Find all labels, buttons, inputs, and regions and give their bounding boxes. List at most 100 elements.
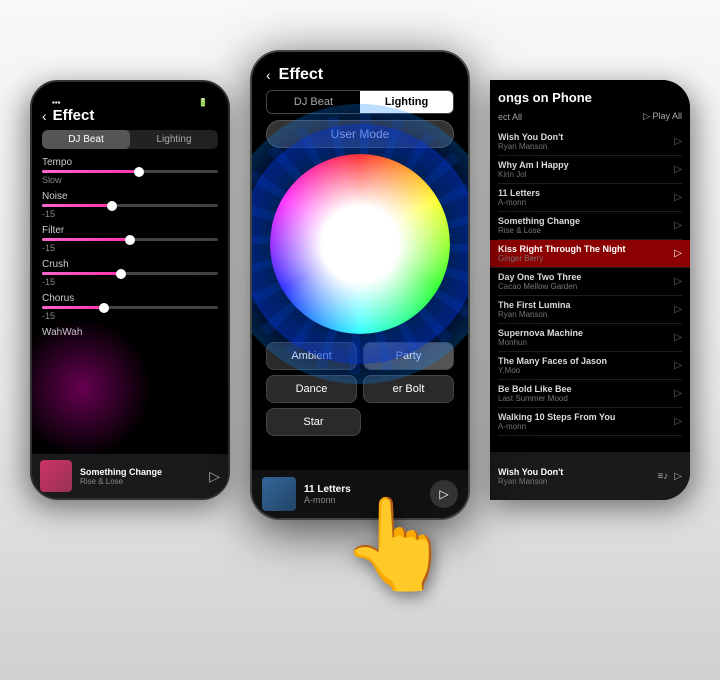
left-slider-wahwah-label: WahWah	[42, 327, 218, 338]
center-play-button[interactable]: ▷	[430, 480, 458, 508]
color-wheel-container	[270, 154, 450, 334]
center-back-arrow[interactable]: ‹	[266, 67, 271, 83]
left-slider-crush-thumb	[116, 269, 126, 279]
song-info-5: Kiss Right Through The Night Ginger Berr…	[498, 244, 626, 263]
song-play-8[interactable]: ▷	[674, 332, 682, 343]
song-play-2[interactable]: ▷	[674, 164, 682, 175]
song-artist-6: Cacao Mellow Garden	[498, 282, 581, 291]
left-slider-chorus-track[interactable]	[42, 306, 218, 309]
song-name-5: Kiss Right Through The Night	[498, 244, 626, 254]
mode-btn-star[interactable]: Star	[266, 408, 361, 436]
left-slider-filter: Filter -15	[42, 225, 218, 253]
song-artist-10: Last Summer Mood	[498, 394, 572, 403]
song-artist-5: Ginger Berry	[498, 254, 626, 263]
left-slider-tempo-track[interactable]	[42, 170, 218, 173]
right-bottom-bar: Wish You Don't Ryan Manson ≡♪ ▷	[490, 452, 690, 500]
song-item-6[interactable]: Day One Two Three Cacao Mellow Garden ▷	[498, 268, 682, 296]
song-name-9: The Many Faces of Jason	[498, 356, 607, 366]
song-play-9[interactable]: ▷	[674, 360, 682, 371]
song-item-11[interactable]: Walking 10 Steps From You A-monn ▷	[498, 408, 682, 436]
left-slider-noise-thumb	[107, 201, 117, 211]
center-album-art	[262, 477, 296, 511]
song-play-5[interactable]: ▷	[674, 248, 682, 259]
right-actions: ect All ▷ Play All	[498, 111, 682, 122]
left-tab-djbeat[interactable]: DJ Beat	[42, 130, 130, 149]
left-slider-chorus-fill	[42, 306, 104, 309]
right-screen: ongs on Phone ect All ▷ Play All Wish Yo…	[490, 80, 690, 500]
song-artist-7: Ryan Manson	[498, 310, 571, 319]
song-info-2: Why Am I Happy Kirin Jol	[498, 160, 569, 179]
song-item-2[interactable]: Why Am I Happy Kirin Jol ▷	[498, 156, 682, 184]
right-bottom-title: Wish You Don't	[498, 467, 651, 477]
song-artist-1: Ryan Manson	[498, 142, 563, 151]
song-name-6: Day One Two Three	[498, 272, 581, 282]
song-play-6[interactable]: ▷	[674, 276, 682, 287]
song-play-4[interactable]: ▷	[674, 220, 682, 231]
song-item-9[interactable]: The Many Faces of Jason Y.Moo ▷	[498, 352, 682, 380]
left-slider-tempo-fill	[42, 170, 139, 173]
left-album-art	[40, 460, 72, 492]
song-play-3[interactable]: ▷	[674, 192, 682, 203]
left-tab-bar: DJ Beat Lighting	[42, 130, 218, 149]
left-play-icon[interactable]: ▷	[209, 468, 220, 485]
center-title: Effect	[279, 66, 323, 84]
song-item-10[interactable]: Be Bold Like Bee Last Summer Mood ▷	[498, 380, 682, 408]
song-item-7[interactable]: The First Lumina Ryan Manson ▷	[498, 296, 682, 324]
song-item-4[interactable]: Something Change Rise & Lose ▷	[498, 212, 682, 240]
left-slider-chorus: Chorus -15	[42, 293, 218, 321]
song-name-2: Why Am I Happy	[498, 160, 569, 170]
song-artist-9: Y.Moo	[498, 366, 607, 375]
song-play-7[interactable]: ▷	[674, 304, 682, 315]
left-slider-crush-track[interactable]	[42, 272, 218, 275]
song-item-1[interactable]: Wish You Don't Ryan Manson ▷	[498, 128, 682, 156]
phone-center: ‹ Effect DJ Beat Lighting User Mode Ambi…	[250, 50, 470, 520]
left-slider-filter-track[interactable]	[42, 238, 218, 241]
song-name-10: Be Bold Like Bee	[498, 384, 572, 394]
song-name-3: 11 Letters	[498, 188, 540, 198]
left-tab-lighting[interactable]: Lighting	[130, 130, 218, 149]
song-artist-4: Rise & Lose	[498, 226, 580, 235]
left-status-bar: ▪▪▪ 🔋	[42, 94, 218, 107]
center-notch	[330, 52, 390, 60]
song-play-11[interactable]: ▷	[674, 416, 682, 427]
right-play-icon[interactable]: ▷	[674, 471, 682, 482]
left-bottom-artist: Rise & Lose	[80, 477, 201, 486]
phones-container: ▪▪▪ 🔋 ‹ Effect DJ Beat Lighting Tempo Sl…	[30, 50, 690, 630]
left-slider-chorus-value: -15	[42, 311, 218, 321]
left-slider-filter-value: -15	[42, 243, 218, 253]
left-back-arrow[interactable]: ‹	[42, 108, 47, 124]
song-info-10: Be Bold Like Bee Last Summer Mood	[498, 384, 572, 403]
song-item-5[interactable]: Kiss Right Through The Night Ginger Berr…	[490, 240, 690, 268]
right-bottom-info: Wish You Don't Ryan Manson	[498, 467, 651, 486]
mode-row-3: Star	[266, 408, 454, 436]
left-slider-crush-label: Crush	[42, 259, 218, 270]
left-slider-tempo: Tempo Slow	[42, 157, 218, 185]
song-info-9: The Many Faces of Jason Y.Moo	[498, 356, 607, 375]
song-item-8[interactable]: Supernova Machine Monhun ▷	[498, 324, 682, 352]
song-name-4: Something Change	[498, 216, 580, 226]
color-wheel[interactable]	[270, 154, 450, 334]
song-info-4: Something Change Rise & Lose	[498, 216, 580, 235]
song-artist-11: A-monn	[498, 422, 615, 431]
song-info-3: 11 Letters A-monn	[498, 188, 540, 207]
song-artist-2: Kirin Jol	[498, 170, 569, 179]
song-info-1: Wish You Don't Ryan Manson	[498, 132, 563, 151]
right-play-all[interactable]: ▷ Play All	[643, 111, 682, 122]
right-playlist-icon[interactable]: ≡♪	[657, 471, 668, 482]
song-play-1[interactable]: ▷	[674, 136, 682, 147]
left-slider-filter-thumb	[125, 235, 135, 245]
song-artist-3: A-monn	[498, 198, 540, 207]
right-select-all[interactable]: ect All	[498, 112, 522, 122]
song-name-7: The First Lumina	[498, 300, 571, 310]
center-screen: ‹ Effect DJ Beat Lighting User Mode Ambi…	[252, 52, 468, 518]
left-slider-chorus-label: Chorus	[42, 293, 218, 304]
center-bottom-title: 11 Letters	[304, 484, 422, 495]
left-slider-noise-value: -15	[42, 209, 218, 219]
center-bottom-artist: A-monn	[304, 495, 422, 505]
song-play-10[interactable]: ▷	[674, 388, 682, 399]
left-slider-noise-track[interactable]	[42, 204, 218, 207]
song-item-3[interactable]: 11 Letters A-monn ▷	[498, 184, 682, 212]
left-battery: 🔋	[198, 98, 208, 107]
center-bottom-info: 11 Letters A-monn	[304, 484, 422, 505]
left-slider-filter-fill	[42, 238, 130, 241]
